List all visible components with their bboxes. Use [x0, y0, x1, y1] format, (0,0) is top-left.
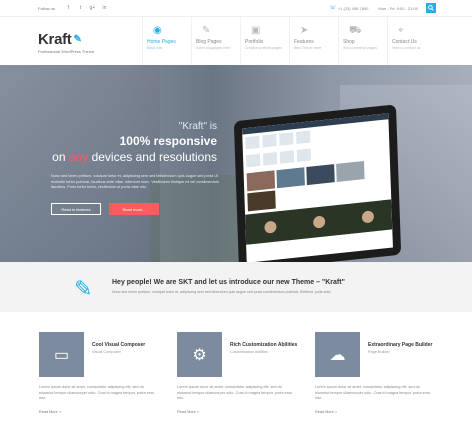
nav-label: Home Pages — [147, 39, 176, 45]
pencil-icon: ✎ — [73, 34, 82, 45]
feature-title: Cool Visual Composer — [92, 342, 146, 348]
camera-icon: ▣ — [251, 25, 261, 36]
nav-sub: Woocommerce pages — [343, 46, 377, 50]
nav-contact-us[interactable]: ⌖ Contact Us Here to contact us — [387, 17, 436, 65]
facebook-icon[interactable]: f — [65, 5, 72, 12]
phone-number: +1 (23) 456 7890 — [337, 5, 369, 11]
tablet-screen — [242, 113, 393, 262]
hero-buttons: Read in features Read more... — [51, 203, 159, 215]
follow-label: Follow us — [38, 5, 55, 11]
nav-sub: Basic Info — [147, 46, 163, 50]
pencil-icon: ✎ — [74, 276, 93, 301]
feature-card: ⚙ Rich Customization Abilities Customiza… — [177, 332, 315, 414]
hero-line-3: on any devices and resolutions — [52, 150, 217, 164]
read-features-button[interactable]: Read in features — [51, 203, 101, 215]
hero-paragraph: Nunc sed lorem pretium, volutpat tortor … — [51, 174, 219, 189]
feature-subtitle: Page Builder — [368, 350, 390, 354]
nav-sub: Creative portfolio pages — [245, 46, 282, 50]
feature-body: Lorem ipsum dolor sit amet, consectetur … — [39, 385, 155, 400]
feature-card: ▭ Cool Visual Composer Visual Composer L… — [39, 332, 177, 414]
site-header: Kraft ✎ Professional WordPress Theme ◉ Ho… — [0, 17, 472, 65]
intro-paragraph: Nunc sed lorem pretium, volutpat tortor … — [112, 290, 332, 294]
feature-card: ☁ Extraordinary Page Builder Page Builde… — [315, 332, 453, 414]
logo[interactable]: Kraft ✎ Professional WordPress Theme — [38, 31, 136, 54]
search-button[interactable] — [426, 3, 436, 13]
intro-section: ✎ Hey people! We are SKT and let us intr… — [0, 262, 472, 312]
linkedin-icon[interactable]: in — [101, 5, 108, 12]
nav-label: Blog Pages — [196, 39, 222, 45]
logo-text: Kraft — [38, 31, 72, 48]
hero-emphasis: any — [68, 150, 89, 164]
gears-icon: ⚙ — [177, 332, 222, 377]
nav-portfolio[interactable]: ▣ Portfolio Creative portfolio pages — [240, 17, 289, 65]
read-more-link[interactable]: Read More > — [177, 410, 315, 414]
nav-label: Portfolio — [245, 39, 264, 45]
main-nav: ◉ Home Pages Basic Info ✎ Blog Pages Som… — [142, 17, 436, 65]
nav-sub: Some blogpages here — [196, 46, 231, 50]
nav-blog-pages[interactable]: ✎ Blog Pages Some blogpages here — [191, 17, 240, 65]
hero-line-1: "Kraft" is — [178, 121, 217, 132]
nav-label: Contact Us — [392, 39, 417, 45]
nav-shop[interactable]: ⛟ Shop Woocommerce pages — [338, 17, 387, 65]
top-bar: Follow us f t g+ in ☏ +1 (23) 456 7890 Mo… — [0, 0, 472, 17]
intro-title: Hey people! We are SKT and let us introd… — [112, 279, 345, 286]
hero-line-2: 100% responsive — [119, 134, 217, 148]
globe-icon: ◉ — [153, 25, 162, 36]
hours-contact: Mon - Fri: 9:00 - 21:00 — [378, 6, 418, 11]
nav-label: Shop — [343, 39, 355, 45]
features-section: ▭ Cool Visual Composer Visual Composer L… — [0, 312, 472, 414]
feature-subtitle: Visual Composer — [92, 350, 121, 354]
nav-home-pages[interactable]: ◉ Home Pages Basic Info — [142, 17, 191, 65]
tablet-mockup — [233, 104, 402, 262]
opening-hours: Mon - Fri: 9:00 - 21:00 — [378, 5, 418, 11]
feature-body: Lorem ipsum dolor sit amet, consectetur … — [315, 385, 431, 400]
hero-slider: "Kraft" is 100% responsive on any device… — [0, 65, 472, 262]
search-icon — [428, 5, 434, 11]
cloud-download-icon: ☁ — [315, 332, 360, 377]
phone-icon: ☏ — [329, 5, 336, 11]
tagline: Professional WordPress Theme — [38, 49, 95, 54]
twitter-icon[interactable]: t — [77, 5, 84, 12]
map-pin-icon: ⌖ — [398, 25, 404, 36]
feature-body: Lorem ipsum dolor sit amet, consectetur … — [177, 385, 293, 400]
phone-contact: ☏ +1 (23) 456 7890 — [330, 5, 369, 11]
read-more-link[interactable]: Read More > — [315, 410, 453, 414]
feature-title: Extraordinary Page Builder — [368, 342, 433, 348]
nav-sub: Here to contact us — [392, 46, 421, 50]
nav-label: Features — [294, 39, 314, 45]
monitor-icon: ▭ — [39, 332, 84, 377]
nav-features[interactable]: ➤ Features Best Theme Here — [289, 17, 338, 65]
read-more-button[interactable]: Read more... — [109, 203, 159, 215]
paper-plane-icon: ➤ — [300, 25, 309, 36]
cart-icon: ⛟ — [349, 25, 362, 36]
nav-sub: Best Theme Here — [294, 46, 322, 50]
feature-title: Rich Customization Abilities — [230, 342, 298, 348]
read-more-link[interactable]: Read More > — [39, 410, 177, 414]
feature-subtitle: Customization Abilities — [230, 350, 268, 354]
google-plus-icon[interactable]: g+ — [89, 5, 96, 12]
hero-headline: "Kraft" is 100% responsive on any device… — [27, 121, 217, 164]
pencil-icon: ✎ — [202, 25, 211, 36]
